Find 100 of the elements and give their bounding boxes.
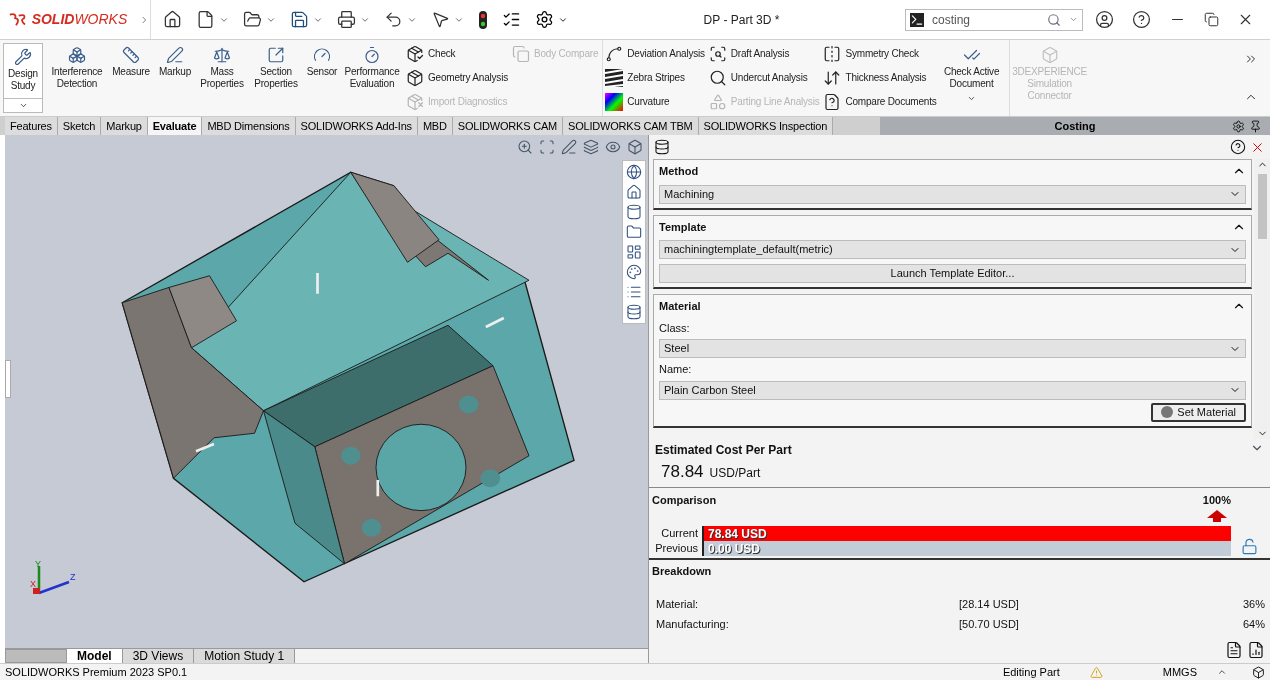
report-icon[interactable]: [1225, 641, 1243, 659]
settings-icon[interactable]: [535, 10, 554, 29]
pencil-icon[interactable]: [561, 139, 577, 155]
dropdown-field[interactable]: Plain Carbon Steel: [659, 380, 1246, 400]
ribbon-button[interactable]: Section Properties: [248, 40, 304, 90]
field-label: Class:: [659, 320, 691, 336]
new-document-icon[interactable]: [196, 10, 215, 29]
cube-icon[interactable]: [1252, 665, 1265, 679]
undo-icon[interactable]: [384, 10, 403, 29]
ribbon-button[interactable]: Measure: [108, 40, 154, 78]
options-list-icon[interactable]: [502, 10, 521, 29]
section-view-icon[interactable]: [583, 139, 599, 155]
magnifier-icon: [708, 68, 727, 87]
panel-handle[interactable]: [5, 360, 11, 398]
ribbon-tab[interactable]: MBD Dimensions: [202, 117, 296, 135]
bar-value: 78.84 USD: [707, 527, 767, 541]
ribbon-button[interactable]: Interference Detection: [46, 40, 108, 90]
display-icon[interactable]: [605, 139, 621, 155]
ribbon-button[interactable]: Undercut Analysis: [708, 68, 820, 87]
launch-template-button[interactable]: Launch Template Editor...: [659, 264, 1246, 283]
ribbon-button[interactable]: Mass Properties: [196, 40, 248, 90]
ribbon-tab[interactable]: SOLIDWORKS CAM: [452, 117, 564, 135]
view-palette-icon[interactable]: [626, 244, 642, 260]
set-material-button[interactable]: Set Material: [1151, 402, 1246, 422]
ribbon-tab[interactable]: SOLIDWORKS Inspection: [698, 117, 834, 135]
ribbon-tab[interactable]: Features: [5, 117, 58, 135]
properties-icon[interactable]: [626, 284, 642, 300]
ribbon-button[interactable]: Compare Documents: [823, 92, 937, 111]
scroll-thumb[interactable]: [1257, 174, 1267, 239]
ribbon-button[interactable]: Thickness Analysis: [823, 68, 937, 87]
save-icon[interactable]: [290, 10, 309, 29]
chart-document-icon[interactable]: [1247, 641, 1265, 659]
units-label[interactable]: MMGS: [1162, 663, 1197, 680]
arrows-icon: [823, 68, 842, 87]
search-icon[interactable]: [1047, 12, 1061, 27]
folder-icon[interactable]: [626, 224, 642, 240]
dropdown-field[interactable]: Steel: [659, 339, 1246, 358]
user-icon[interactable]: [1095, 10, 1114, 29]
view-orientation-icon[interactable]: [627, 139, 643, 155]
scan-icon: [708, 44, 727, 63]
unlock-icon[interactable]: [1240, 537, 1258, 555]
search-field[interactable]: costing: [905, 8, 1083, 31]
ribbon-button[interactable]: Check: [406, 44, 508, 63]
model-tab[interactable]: Model: [67, 649, 123, 663]
copy-icon: [511, 44, 530, 63]
open-folder-icon[interactable]: [243, 10, 262, 29]
ribbon-button[interactable]: Draft Analysis: [708, 44, 820, 63]
caret-up-icon[interactable]: [1217, 667, 1227, 677]
axis-triad-drawing: Y X Z: [29, 560, 79, 600]
dropdown-icon[interactable]: [967, 94, 977, 103]
ribbon-button[interactable]: Curvature: [605, 92, 705, 111]
traffic-light-icon[interactable]: [478, 9, 488, 30]
ribbon-tab[interactable]: Evaluate: [147, 117, 203, 135]
section-title: Material: [659, 299, 701, 314]
search-input[interactable]: costing: [932, 10, 1039, 29]
pointer-icon[interactable]: [431, 10, 450, 29]
dropdown-field[interactable]: Machining: [659, 184, 1246, 204]
ribbon-button[interactable]: Zebra Stripes: [605, 68, 705, 87]
section-title: Method: [659, 164, 699, 179]
ribbon-button[interactable]: Geometry Analysis: [406, 68, 508, 87]
stopwatch-icon: [363, 46, 381, 64]
globe-icon[interactable]: [626, 164, 642, 180]
restore-icon[interactable]: [1204, 12, 1219, 27]
ribbon-button[interactable]: Symmetry Check: [823, 44, 937, 63]
bar-label: Current: [661, 526, 698, 541]
window-title: DP - Part 3D *: [703, 11, 780, 29]
home-icon[interactable]: [163, 10, 182, 29]
ribbon-button[interactable]: Check Active Document: [938, 40, 1005, 90]
dropdown-field[interactable]: machiningtemplate_default(metric): [659, 240, 1246, 259]
curve-icon: [605, 44, 624, 63]
logo-icon: [8, 11, 28, 28]
ribbon-button[interactable]: Design Study: [3, 43, 43, 113]
cost-value: 78.84: [661, 461, 704, 483]
zoom-icon[interactable]: [517, 139, 533, 155]
home-icon[interactable]: [626, 184, 642, 200]
ribbon-button[interactable]: Deviation Analysis: [605, 44, 705, 63]
dropdown-icon[interactable]: [18, 101, 28, 110]
ribbon-tab[interactable]: SOLIDWORKS Add-Ins: [295, 117, 418, 135]
ribbon-button[interactable]: Markup: [154, 40, 196, 78]
model-tab[interactable]: Motion Study 1: [194, 649, 296, 663]
ribbon-tab[interactable]: Sketch: [57, 117, 102, 135]
box-icon: [406, 68, 424, 87]
help-icon[interactable]: [1230, 139, 1246, 155]
ribbon-button[interactable]: Sensor: [304, 40, 340, 78]
model-tab[interactable]: 3D Views: [122, 649, 195, 663]
pin-icon[interactable]: [1249, 119, 1262, 133]
ribbon-tab[interactable]: Markup: [101, 117, 148, 135]
help-icon[interactable]: [1132, 10, 1151, 29]
cubes-icon: [68, 46, 86, 64]
appearance-icon[interactable]: [626, 264, 642, 280]
field-label: Name:: [659, 362, 693, 377]
ribbon-button[interactable]: Performance Evaluation: [340, 40, 404, 90]
ribbon-tab[interactable]: SOLIDWORKS CAM TBM: [563, 117, 699, 135]
shapes-icon: [708, 92, 727, 111]
print-icon[interactable]: [337, 10, 356, 29]
bar-value: 0.00 USD: [707, 542, 761, 556]
panel-title: Costing: [1054, 118, 1096, 134]
more-icon[interactable]: [1244, 52, 1258, 66]
percent-label: 100%: [1202, 492, 1231, 508]
ribbon-tab[interactable]: MBD: [417, 117, 453, 135]
